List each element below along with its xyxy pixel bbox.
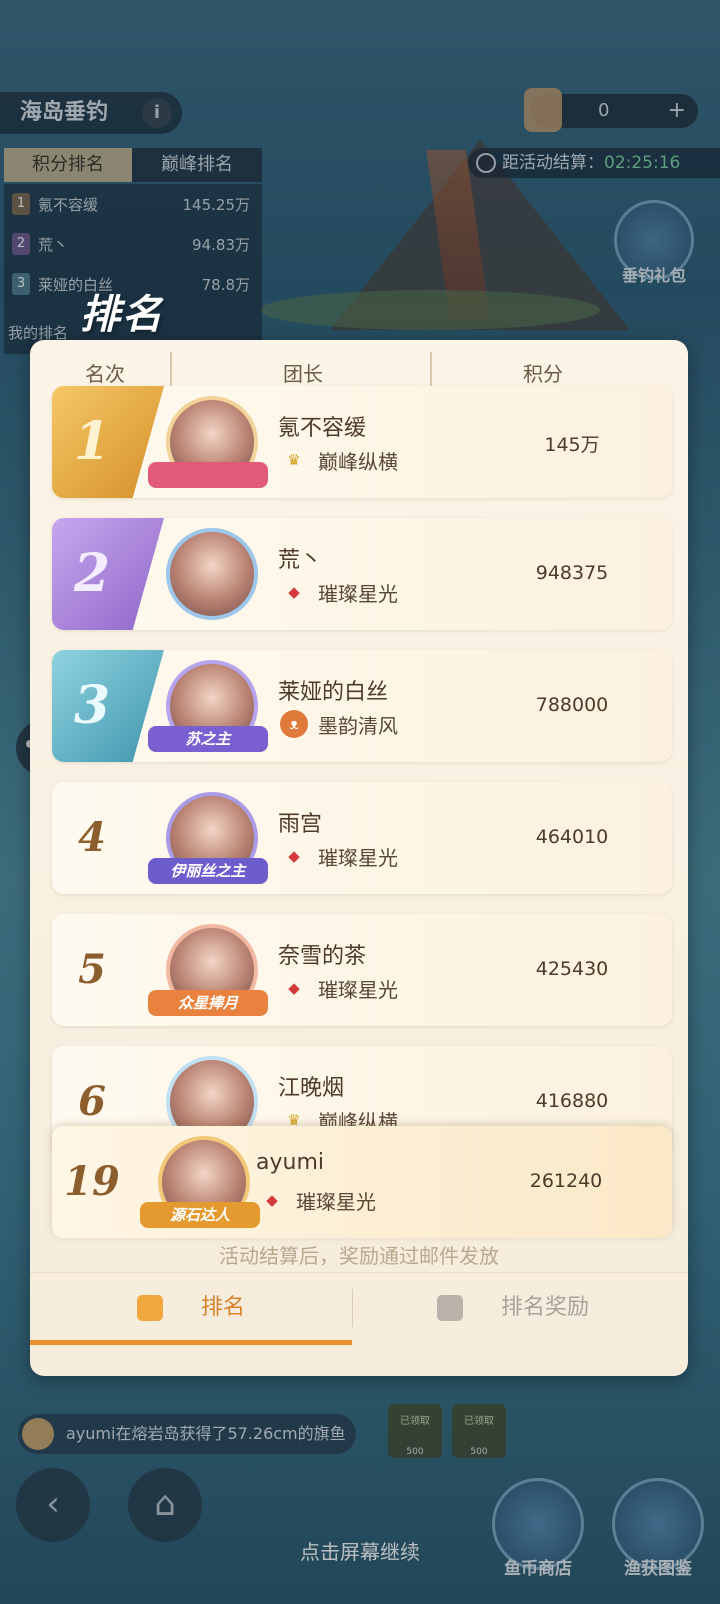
crown-icon: ♛: [287, 451, 301, 469]
rank-number: 2: [73, 543, 111, 604]
player-score: 261240: [529, 1170, 603, 1192]
reward-footnote: 活动结算后，奖励通过邮件发放: [219, 1244, 499, 1268]
player-name: 奈雪的茶: [278, 944, 367, 969]
player-score: 425430: [535, 958, 609, 980]
player-name: ayumi: [256, 1150, 324, 1175]
cat-icon: ᴥ: [280, 710, 308, 738]
tab-ranking-rewards[interactable]: 排名奖励: [352, 1273, 674, 1343]
my-ranking-row[interactable]: 19 源石达人 ayumi ◆ 璀璨星光 261240: [52, 1126, 672, 1238]
reward-icon: [436, 1295, 463, 1321]
player-score: 464010: [535, 826, 609, 848]
player-score: 416880: [535, 1090, 609, 1112]
ranking-icon: [136, 1295, 163, 1321]
rank-number: 3: [73, 675, 111, 736]
player-score: 788000: [535, 694, 609, 716]
avatar-title-badge: [148, 462, 268, 488]
guild-name: 璀璨星光: [296, 1190, 376, 1214]
avatar-title-badge: 伊丽丝之主: [148, 858, 268, 884]
ranking-modal: 名次 团长 积分 1 氪不容缓 ♛ 巅峰纵横 145万 2 荒丶 ◆ 璀璨星光 …: [30, 340, 688, 1376]
diamond-shield-icon: ◆: [288, 583, 300, 601]
active-tab-indicator: [30, 1340, 352, 1345]
player-name: 氪不容缓: [278, 416, 367, 441]
guild-name: 璀璨星光: [318, 846, 398, 870]
diamond-shield-icon: ◆: [266, 1191, 278, 1209]
guild-name: 璀璨星光: [318, 582, 398, 606]
ranking-row[interactable]: 1 氪不容缓 ♛ 巅峰纵横 145万: [52, 386, 672, 498]
diamond-shield-icon: ◆: [288, 847, 300, 865]
column-divider: [430, 352, 432, 388]
modal-title: 排名: [80, 292, 164, 338]
player-score: 948375: [535, 562, 609, 584]
player-score: 145万: [544, 434, 600, 456]
guild-name: 巅峰纵横: [318, 450, 398, 474]
tab-ranking[interactable]: 排名: [30, 1273, 352, 1343]
avatar-title-badge: 众星捧月: [148, 990, 268, 1016]
avatar: [166, 528, 258, 620]
column-divider: [170, 352, 172, 388]
guild-name: 璀璨星光: [318, 978, 398, 1002]
rank-number: 19: [64, 1158, 120, 1205]
ranking-row[interactable]: 2 荒丶 ◆ 璀璨星光 948375: [52, 518, 672, 630]
guild-name: 墨韵清风: [318, 714, 398, 738]
rank-number: 1: [73, 411, 111, 472]
player-name: 莱娅的白丝: [278, 680, 389, 705]
player-name: 荒丶: [278, 548, 323, 573]
rank-number: 4: [78, 814, 106, 861]
ranking-row[interactable]: 3 苏之主 莱娅的白丝 ᴥ 墨韵清风 788000: [52, 650, 672, 762]
avatar-title-badge: 源石达人: [140, 1202, 260, 1228]
rank-number: 5: [78, 946, 106, 993]
modal-tab-bar: 排名 排名奖励: [30, 1272, 688, 1342]
player-name: 江晚烟: [278, 1076, 345, 1101]
avatar-title-badge: 苏之主: [148, 726, 268, 752]
ranking-row[interactable]: 5 众星捧月 奈雪的茶 ◆ 璀璨星光 425430: [52, 914, 672, 1026]
ranking-row[interactable]: 4 伊丽丝之主 雨宫 ◆ 璀璨星光 464010: [52, 782, 672, 894]
diamond-shield-icon: ◆: [288, 979, 300, 997]
player-name: 雨宫: [278, 812, 323, 837]
